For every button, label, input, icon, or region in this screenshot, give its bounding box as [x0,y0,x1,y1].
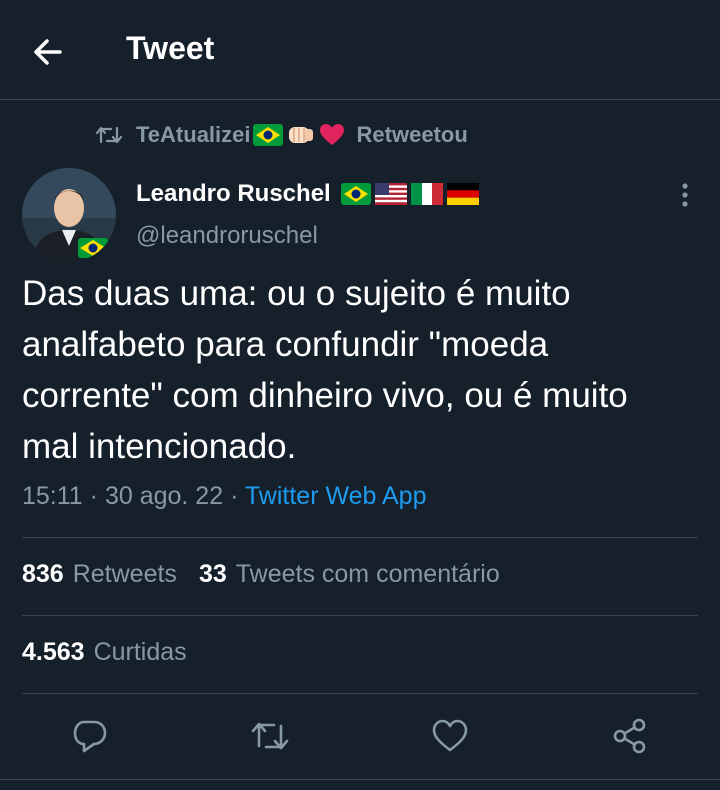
tweet-time[interactable]: 15:11 [22,482,83,510]
quotes-count: 33 [198,560,227,588]
quotes-label: Tweets com comentário [235,560,500,588]
divider [22,615,698,616]
like-icon[interactable] [430,716,470,756]
retweets-label: Retweets [72,560,177,588]
arrow-left-icon[interactable] [30,34,66,70]
stats-row-retweets: 836 Retweets 33 Tweets com comentário [22,560,500,589]
retweeter-name: TeAtualizei [136,122,251,147]
author-display-name: Leandro Ruschel [136,180,331,207]
likes-stat[interactable]: 4.563 Curtidas [22,638,187,667]
brazil-flag-icon [252,124,283,146]
tweet-action-bar [0,716,720,760]
fist-bump-icon [287,123,315,147]
meta-separator: · [230,482,239,510]
page-title: Tweet [126,30,215,66]
retweet-context[interactable]: TeAtualizei Retweetou [96,120,468,150]
author-handle[interactable]: @leandroruschel [136,222,318,250]
tweet-text: Das duas uma: ou o sujeito é muito analf… [22,274,628,466]
retweet-icon[interactable] [250,716,290,756]
retweets-stat[interactable]: 836 Retweets [22,560,177,589]
likes-count: 4.563 [22,638,85,666]
divider [22,693,698,694]
usa-flag-icon [374,183,407,205]
likes-label: Curtidas [93,638,187,666]
author-name[interactable]: Leandro Ruschel [136,180,479,208]
tweet-date[interactable]: 30 ago. 22 [105,482,223,510]
retweet-icon [96,126,122,144]
tweet-meta: 15:11 · 30 ago. 22 · Twitter Web App [22,482,426,511]
germany-flag-icon [446,183,479,205]
quotes-stat[interactable]: 33 Tweets com comentário [199,560,500,589]
tweet-source-link[interactable]: Twitter Web App [245,482,427,510]
avatar[interactable] [22,168,116,262]
brazil-flag-icon [340,183,371,205]
italy-flag-icon [410,183,443,205]
stats-row-likes: 4.563 Curtidas [22,638,187,667]
red-heart-icon [319,123,345,147]
divider [22,537,698,538]
author-flags [340,183,479,205]
share-icon[interactable] [610,716,650,756]
retweeted-label: Retweetou [356,122,468,147]
top-bar: Tweet [0,0,720,100]
reply-icon[interactable] [70,716,110,756]
divider [0,779,720,780]
retweets-count: 836 [22,560,64,588]
more-options-icon[interactable] [670,180,700,210]
meta-separator: · [89,482,98,510]
